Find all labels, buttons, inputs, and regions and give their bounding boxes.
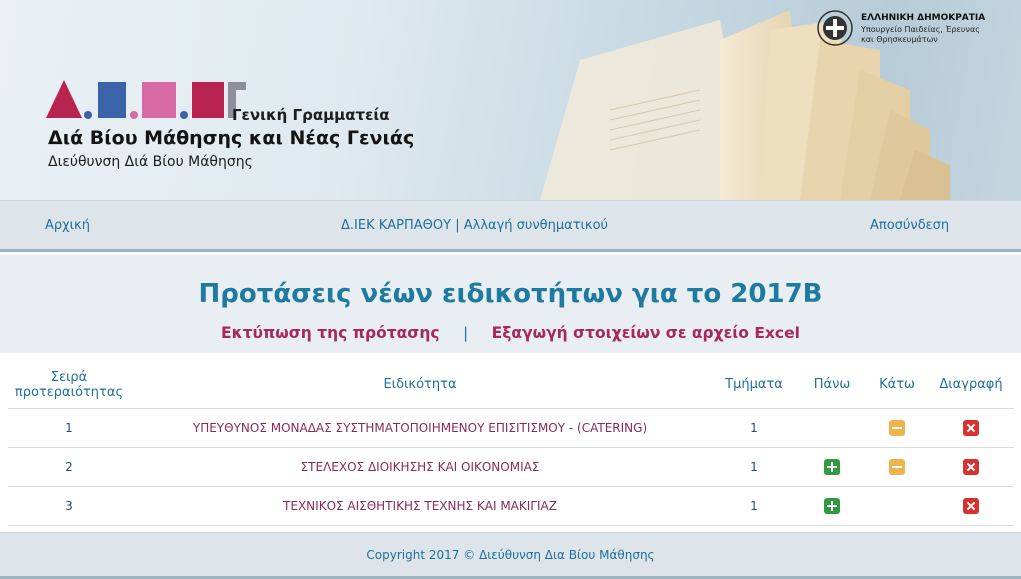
copyright-text: Copyright 2017 © Διεύθυνση Δια Βίου Μάθη…	[366, 548, 655, 562]
gov-title: ΕΛΛΗΝΙΚΗ ΔΗΜΟΚΡΑΤΙΑ	[861, 13, 986, 23]
header-priority: Σειρά προτεραιότητας	[14, 369, 124, 400]
row-priority: 1	[8, 407, 130, 447]
nav-separator: |	[455, 218, 460, 233]
table-row: 1 ΥΠΕΥΘΥΝΟΣ ΜΟΝΑΔΑΣ ΣΥΣΤΗΜΑΤΟΠΟΙΗΜΕΝΟΥ Ε…	[8, 407, 1014, 447]
export-excel-link[interactable]: Εξαγωγή στοιχείων σε αρχείο Excel	[492, 324, 800, 342]
nav-school-group: Δ.ΙΕΚ ΚΑΡΠΑΘΟΥ | Αλλαγή συνθηματικού	[341, 218, 608, 233]
row-delete-cell	[928, 407, 1014, 447]
row-sections: 1	[710, 485, 798, 526]
header-down: Κάτω	[879, 377, 915, 393]
table-row: 2 ΣΤΕΛΕΧΟΣ ΔΙΟΙΚΗΣΗΣ ΚΑΙ ΟΙΚΟΝΟΜΙΑΣ 1	[8, 446, 1014, 486]
row-up-cell	[798, 446, 866, 486]
page-footer: Copyright 2017 © Διεύθυνση Δια Βίου Μάθη…	[0, 532, 1021, 579]
minus-icon[interactable]	[889, 458, 905, 475]
row-priority: 3	[8, 485, 130, 526]
logo-line-2: Διά Βίου Μάθησης και Νέας Γενιάς	[48, 127, 415, 149]
row-sections: 1	[710, 446, 798, 486]
row-specialty: ΥΠΕΥΘΥΝΟΣ ΜΟΝΑΔΑΣ ΣΥΣΤΗΜΑΤΟΠΟΙΗΜΕΝΟΥ ΕΠΙ…	[130, 407, 710, 447]
ministry-line-1: Υπουργείο Παιδείας, Έρευνας	[861, 25, 980, 34]
nav-home-link[interactable]: Αρχική	[45, 218, 90, 233]
nav-school-link[interactable]: Δ.ΙΕΚ ΚΑΡΠΑΘΟΥ	[341, 218, 451, 233]
row-up-cell	[798, 485, 866, 526]
row-delete-cell	[928, 485, 1014, 526]
row-specialty: ΤΕΧΝΙΚΟΣ ΑΙΣΘΗΤΙΚΗΣ ΤΕΧΝΗΣ ΚΑΙ ΜΑΚΙΓΙΑΖ	[130, 485, 710, 526]
row-priority: 2	[8, 446, 130, 486]
header-sections: Τμήματα	[725, 377, 783, 393]
minus-icon[interactable]	[889, 419, 905, 436]
nav-logout-link[interactable]: Αποσύνδεση	[870, 218, 949, 233]
row-delete-cell	[928, 446, 1014, 486]
row-down-cell	[866, 485, 928, 526]
dbmng-logo-icon	[46, 80, 246, 119]
header-up: Πάνω	[813, 377, 851, 393]
row-down-cell	[866, 446, 928, 486]
action-links: Εκτύπωση της πρότασης | Εξαγωγή στοιχείω…	[0, 324, 1021, 342]
row-sections: 1	[710, 407, 798, 447]
specialties-table-wrap: Σειρά προτεραιότητας Ειδικότητα Τμήματα …	[8, 362, 1014, 526]
delete-x-icon[interactable]	[963, 419, 979, 436]
government-badge: ΕΛΛΗΝΙΚΗ ΔΗΜΟΚΡΑΤΙΑ Υπουργείο Παιδείας, …	[817, 10, 1017, 50]
row-down-cell	[866, 407, 928, 447]
logo-line-1: Γενική Γραμματεία	[232, 106, 390, 124]
nav-change-password-link[interactable]: Αλλαγή συνθηματικού	[464, 218, 608, 233]
greek-emblem-icon	[817, 10, 853, 46]
print-proposal-link[interactable]: Εκτύπωση της πρότασης	[221, 324, 440, 342]
row-specialty: ΣΤΕΛΕΧΟΣ ΔΙΟΙΚΗΣΗΣ ΚΑΙ ΟΙΚΟΝΟΜΙΑΣ	[130, 446, 710, 486]
plus-icon[interactable]	[824, 458, 840, 475]
title-section: Προτάσεις νέων ειδικοτήτων για το 2017Β …	[0, 255, 1021, 353]
header-specialty: Ειδικότητα	[383, 377, 457, 393]
plus-icon[interactable]	[824, 497, 840, 514]
action-divider: |	[463, 324, 469, 342]
delete-x-icon[interactable]	[963, 458, 979, 475]
table-header-row: Σειρά προτεραιότητας Ειδικότητα Τμήματα …	[8, 362, 1014, 408]
header-banner: Γενική Γραμματεία Διά Βίου Μάθησης και Ν…	[0, 0, 1021, 200]
row-up-cell	[798, 407, 866, 447]
ministry-line-2: και Θρησκευμάτων	[861, 35, 938, 44]
specialties-table: Σειρά προτεραιότητας Ειδικότητα Τμήματα …	[8, 362, 1014, 526]
delete-x-icon[interactable]	[963, 497, 979, 514]
top-nav: Αρχική Δ.ΙΕΚ ΚΑΡΠΑΘΟΥ | Αλλαγή συνθηματι…	[0, 200, 1021, 252]
page-title: Προτάσεις νέων ειδικοτήτων για το 2017Β	[198, 279, 823, 309]
logo-line-3: Διεύθυνση Διά Βίου Μάθησης	[48, 154, 253, 170]
table-row: 3 ΤΕΧΝΙΚΟΣ ΑΙΣΘΗΤΙΚΗΣ ΤΕΧΝΗΣ ΚΑΙ ΜΑΚΙΓΙΑ…	[8, 485, 1014, 526]
header-delete: Διαγραφή	[939, 377, 1003, 393]
